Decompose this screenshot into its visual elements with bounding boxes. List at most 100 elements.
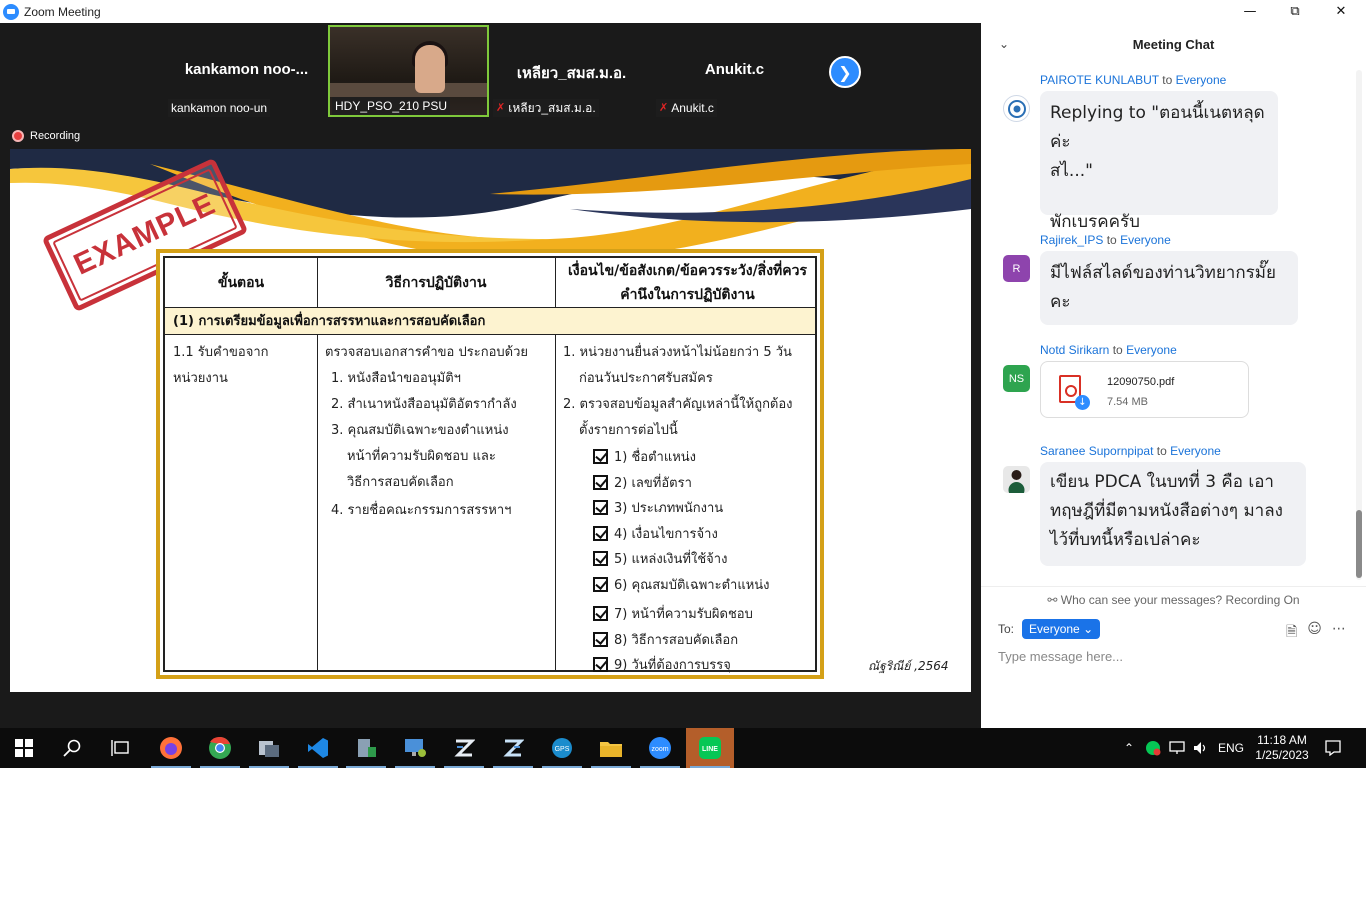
file-size: 7.54 MB — [1107, 396, 1148, 408]
message-bubble[interactable]: เขียน PDCA ในบทที่ 3 คือ เอา ทฤษฎีที่มีต… — [1040, 462, 1306, 566]
checkbox-checked-icon — [593, 474, 608, 490]
checklist-item: 4) เงื่อนไขการจ้าง — [593, 521, 770, 547]
svg-text:LINE: LINE — [702, 746, 718, 753]
message-bubble[interactable]: Replying to "ตอนนี้เนตหลุดค่ะ สไ..." พัก… — [1040, 91, 1278, 232]
database-icon[interactable] — [342, 728, 390, 768]
file-attachment[interactable]: ↓ 12090750.pdf 7.54 MB — [1040, 361, 1249, 418]
recipient-name: Everyone — [1170, 444, 1221, 458]
more-icon[interactable]: ⋯ — [1332, 621, 1346, 645]
chat-scrollbar[interactable] — [1356, 70, 1362, 580]
sender-name[interactable]: Notd Sirikarn — [1040, 343, 1109, 357]
sender-name[interactable]: Saranee Supornpipat — [1040, 444, 1153, 458]
checkbox-checked-icon — [593, 500, 608, 516]
volume-icon[interactable] — [1190, 728, 1212, 768]
recipient-row: To: Everyone ⌄ — [998, 619, 1101, 639]
meeting-area: kankamon noo-... kankamon noo-un HDY_PSO… — [0, 23, 981, 728]
restore-icon[interactable]: ⧉ — [1272, 0, 1318, 23]
recording-dot-icon — [12, 130, 24, 142]
chevron-down-icon: ⌄ — [1083, 622, 1094, 636]
chevron-up-icon[interactable]: ⌃ — [1119, 728, 1139, 768]
app-icon[interactable] — [245, 728, 293, 768]
table-header: ขั้นตอน — [217, 275, 265, 291]
file-name: 12090750.pdf — [1107, 376, 1175, 388]
table-section-row: (1) การเตรียมข้อมูลเพื่อการสรรหาและการสอ… — [165, 308, 815, 335]
recipient-dropdown[interactable]: Everyone ⌄ — [1022, 619, 1101, 639]
participant-label: kankamon noo-un — [168, 99, 271, 117]
checklist-item: 9) วันที่ต้องการบรรจุ — [593, 652, 770, 678]
chrome-icon[interactable] — [196, 728, 244, 768]
scrollbar-thumb[interactable] — [1356, 510, 1362, 578]
emoji-icon[interactable]: ☺ — [1307, 621, 1322, 645]
to-word: to — [1156, 444, 1167, 458]
table-cell-step: 1.1 รับคำขอจาก หน่วยงาน — [173, 345, 269, 386]
participant-label-text: เหลียว_สมส.ม.อ. — [508, 101, 596, 115]
file-explorer-icon[interactable] — [587, 728, 635, 768]
procedure-table-frame: ขั้นตอน วิธีการปฏิบัติงาน เงื่อนไข/ข้อสั… — [156, 249, 824, 679]
to-word: to — [1106, 233, 1117, 247]
vscode-icon[interactable] — [294, 728, 342, 768]
chat-message: NS Notd Sirikarn to Everyone ↓ 12090750.… — [1003, 343, 1333, 423]
task-view-icon[interactable] — [96, 728, 144, 768]
minimize-icon[interactable]: — — [1227, 0, 1273, 23]
avatar — [1003, 466, 1030, 493]
title-bar: Zoom Meeting — ⧉ ✕ — [0, 0, 1366, 23]
language-indicator[interactable]: ENG — [1214, 728, 1248, 768]
zoom-icon[interactable]: zoom — [636, 728, 684, 768]
checklist: 1) ชื่อตำแหน่ง 2) เลขที่อัตรา 3) ประเภทพ… — [593, 444, 770, 678]
recording-indicator[interactable]: Recording — [12, 130, 80, 142]
recipient-name: Everyone — [1120, 233, 1171, 247]
participant-tile[interactable]: Anukit.c ✗ Anukit.c — [654, 25, 815, 117]
participant-label-text: HDY_PSO_210 PSU — [335, 99, 448, 113]
checkbox-checked-icon — [593, 606, 608, 622]
checklist-item: 5) แหล่งเงินที่ใช้จ้าง — [593, 546, 770, 572]
sender-name[interactable]: PAIROTE KUNLABUT — [1040, 73, 1159, 87]
clock[interactable]: 11:18 AM 1/25/2023 — [1248, 733, 1316, 763]
line-icon[interactable]: LINE — [686, 728, 734, 768]
message-bubble[interactable]: มีไฟล์สไลด์ของท่านวิทยากรมั๊ย คะ — [1040, 251, 1298, 325]
remote-desktop-icon[interactable] — [391, 728, 439, 768]
participant-name: kankamon noo-... — [184, 61, 309, 78]
message-input[interactable]: Type message here... — [998, 649, 1123, 664]
window-title: Zoom Meeting — [24, 4, 101, 19]
recipient-dropdown-value: Everyone — [1029, 622, 1080, 636]
taskbar: GPS zoom LINE ⌃ ENG 11:18 AM 1/25/2023 — [0, 728, 1366, 768]
chevron-right-icon[interactable]: ❯ — [829, 56, 861, 88]
checkbox-checked-icon — [593, 551, 608, 567]
xampp-icon[interactable] — [440, 728, 488, 768]
privacy-notice[interactable]: ⚯ Who can see your messages? Recording O… — [981, 586, 1366, 607]
xampp-icon-2[interactable] — [489, 728, 537, 768]
participant-label-text: kankamon noo-un — [171, 101, 268, 115]
file-icon[interactable]: 🗎 — [1286, 621, 1297, 645]
firefox-icon[interactable] — [147, 728, 195, 768]
table-header: วิธีการปฏิบัติงาน — [385, 275, 487, 291]
user-photo-icon — [1008, 470, 1025, 493]
network-icon[interactable] — [1166, 728, 1188, 768]
chat-message: Saranee Supornpipat to Everyone เขียน PD… — [1003, 444, 1333, 569]
avatar — [1003, 95, 1030, 122]
checklist-item: 8) วิธีการสอบคัดเลือก — [593, 627, 770, 653]
checkbox-checked-icon — [593, 525, 608, 541]
close-icon[interactable]: ✕ — [1318, 0, 1364, 23]
sender-name[interactable]: Rajirek_IPS — [1040, 233, 1103, 247]
participant-tile-active-speaker[interactable]: HDY_PSO_210 PSU — [328, 25, 489, 117]
muted-mic-icon: ✗ — [496, 102, 506, 114]
line-tray-icon[interactable] — [1142, 728, 1164, 768]
participant-tile[interactable]: kankamon noo-... kankamon noo-un — [166, 25, 327, 117]
participant-label: ✗ เหลียว_สมส.ม.อ. — [493, 99, 599, 117]
clock-date: 1/25/2023 — [1255, 748, 1309, 762]
avatar: R — [1003, 255, 1030, 282]
checklist-item: 1) ชื่อตำแหน่ง — [593, 444, 770, 470]
gps-icon[interactable]: GPS — [538, 728, 586, 768]
download-icon[interactable]: ↓ — [1075, 395, 1090, 410]
search-icon[interactable] — [48, 728, 96, 768]
participant-tile[interactable]: เหลียว_สมส.ม.อ. ✗ เหลียว_สมส.ม.อ. — [491, 25, 652, 117]
participant-label-text: Anukit.c — [671, 101, 714, 115]
recipient-name: Everyone — [1126, 343, 1177, 357]
avatar: NS — [1003, 365, 1030, 392]
notification-icon[interactable] — [1320, 728, 1346, 768]
recipient-name: Everyone — [1175, 73, 1227, 87]
checkbox-checked-icon — [593, 657, 608, 673]
windows-start-icon[interactable] — [0, 728, 48, 768]
participant-name: เหลียว_สมส.ม.อ. — [516, 65, 627, 82]
org-logo-icon — [1007, 99, 1026, 118]
